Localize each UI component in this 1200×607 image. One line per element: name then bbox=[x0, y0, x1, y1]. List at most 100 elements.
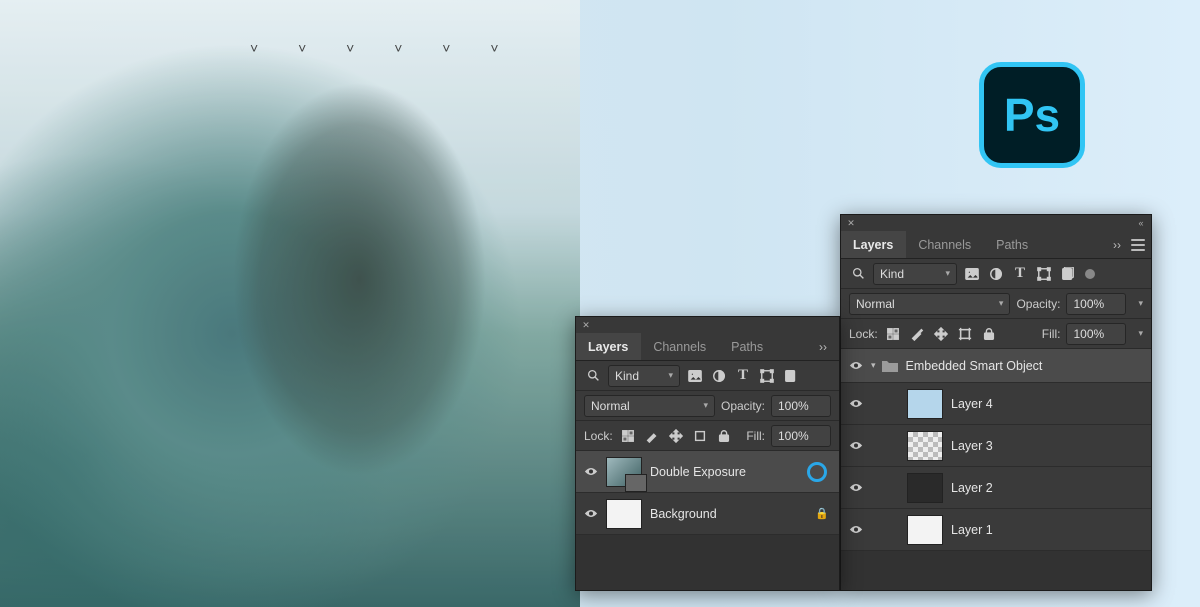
layer-name[interactable]: Layer 3 bbox=[951, 439, 1143, 453]
fill-label: Fill: bbox=[746, 429, 765, 443]
image-filter-icon[interactable] bbox=[686, 367, 704, 385]
smartobject-filter-icon[interactable] bbox=[782, 367, 800, 385]
panel-titlebar[interactable]: ✕ « bbox=[841, 215, 1151, 231]
fill-dropdown[interactable]: 100% bbox=[771, 425, 831, 447]
adjustment-filter-icon[interactable] bbox=[710, 367, 728, 385]
layer-thumbnail[interactable] bbox=[907, 431, 943, 461]
chevron-down-icon[interactable]: ▾ bbox=[1138, 328, 1143, 339]
layer-row[interactable]: Layer 2 bbox=[841, 467, 1151, 509]
visibility-toggle[interactable] bbox=[584, 507, 598, 521]
layer-name[interactable]: Embedded Smart Object bbox=[906, 359, 1143, 373]
layer-name[interactable]: Double Exposure bbox=[650, 465, 799, 479]
photoshop-logo: Ps bbox=[979, 62, 1085, 168]
layer-thumbnail[interactable] bbox=[606, 457, 642, 487]
blend-mode-dropdown[interactable]: Normal ▾ bbox=[584, 395, 715, 417]
lock-artboard-icon[interactable] bbox=[956, 325, 974, 343]
tab-layers[interactable]: Layers bbox=[576, 333, 641, 360]
fill-value: 100% bbox=[1073, 327, 1104, 341]
layer-row[interactable]: Layer 4 bbox=[841, 383, 1151, 425]
opacity-dropdown[interactable]: 100% bbox=[1066, 293, 1126, 315]
layer-thumbnail[interactable] bbox=[606, 499, 642, 529]
blend-row: Normal ▾ Opacity: 100% ▾ bbox=[841, 289, 1151, 319]
panel-titlebar[interactable]: ✕ bbox=[576, 317, 839, 333]
chevron-down-icon: ▾ bbox=[999, 298, 1004, 309]
panel-menu-icon[interactable] bbox=[1131, 239, 1145, 251]
layer-row[interactable]: Background 🔒 bbox=[576, 493, 839, 535]
tab-paths[interactable]: Paths bbox=[719, 333, 776, 360]
chevron-down-icon: ▾ bbox=[668, 370, 673, 381]
layer-thumbnail[interactable] bbox=[907, 473, 943, 503]
canvas-artwork bbox=[0, 0, 580, 607]
lock-indicator-icon[interactable]: 🔒 bbox=[815, 507, 829, 520]
blend-row: Normal ▾ Opacity: 100% bbox=[576, 391, 839, 421]
filter-toggle[interactable] bbox=[1085, 269, 1095, 279]
layer-thumbnail[interactable] bbox=[907, 389, 943, 419]
layers-list: ▾ Embedded Smart Object Layer 4 Layer 3 … bbox=[841, 349, 1151, 551]
lock-position-icon[interactable] bbox=[932, 325, 950, 343]
opacity-value: 100% bbox=[1073, 297, 1104, 311]
lock-paint-icon[interactable] bbox=[908, 325, 926, 343]
layer-row[interactable]: Layer 3 bbox=[841, 425, 1151, 467]
lock-row: Lock: Fill: 100% bbox=[576, 421, 839, 451]
image-filter-icon[interactable] bbox=[963, 265, 981, 283]
visibility-toggle[interactable] bbox=[849, 523, 863, 537]
search-icon[interactable] bbox=[849, 265, 867, 283]
opacity-label: Opacity: bbox=[721, 399, 765, 413]
layer-name[interactable]: Layer 1 bbox=[951, 523, 1143, 537]
opacity-value: 100% bbox=[778, 399, 809, 413]
layer-row[interactable]: Double Exposure bbox=[576, 451, 839, 493]
kind-filter-label: Kind bbox=[880, 267, 904, 281]
tab-paths[interactable]: Paths bbox=[984, 231, 1041, 258]
lock-position-icon[interactable] bbox=[667, 427, 685, 445]
layer-group[interactable]: ▾ Embedded Smart Object bbox=[841, 349, 1151, 383]
visibility-toggle[interactable] bbox=[584, 465, 598, 479]
shape-filter-icon[interactable] bbox=[1035, 265, 1053, 283]
search-icon[interactable] bbox=[584, 367, 602, 385]
layer-thumbnail[interactable] bbox=[907, 515, 943, 545]
panel-expand-icon[interactable]: ›› bbox=[1107, 238, 1127, 252]
lock-row: Lock: Fill: 100% ▾ bbox=[841, 319, 1151, 349]
lock-all-icon[interactable] bbox=[715, 427, 733, 445]
lock-artboard-icon[interactable] bbox=[691, 427, 709, 445]
visibility-toggle[interactable] bbox=[849, 439, 863, 453]
filter-row: Kind ▾ T bbox=[841, 259, 1151, 289]
visibility-toggle[interactable] bbox=[849, 359, 863, 373]
tab-layers[interactable]: Layers bbox=[841, 231, 906, 258]
blend-mode-dropdown[interactable]: Normal ▾ bbox=[849, 293, 1010, 315]
opacity-label: Opacity: bbox=[1016, 297, 1060, 311]
close-icon[interactable]: ✕ bbox=[580, 319, 592, 331]
visibility-toggle[interactable] bbox=[849, 481, 863, 495]
disclosure-triangle-icon[interactable]: ▾ bbox=[871, 360, 876, 371]
blend-mode-value: Normal bbox=[856, 297, 895, 311]
smartobject-filter-icon[interactable] bbox=[1059, 265, 1077, 283]
kind-filter-label: Kind bbox=[615, 369, 639, 383]
lock-paint-icon[interactable] bbox=[643, 427, 661, 445]
opacity-dropdown[interactable]: 100% bbox=[771, 395, 831, 417]
folder-icon bbox=[882, 359, 898, 372]
visibility-toggle[interactable] bbox=[849, 397, 863, 411]
kind-filter-dropdown[interactable]: Kind ▾ bbox=[873, 263, 957, 285]
shape-filter-icon[interactable] bbox=[758, 367, 776, 385]
kind-filter-dropdown[interactable]: Kind ▾ bbox=[608, 365, 680, 387]
lock-transparency-icon[interactable] bbox=[884, 325, 902, 343]
highlight-ring-icon bbox=[807, 462, 827, 482]
adjustment-filter-icon[interactable] bbox=[987, 265, 1005, 283]
lock-transparency-icon[interactable] bbox=[619, 427, 637, 445]
type-filter-icon[interactable]: T bbox=[734, 367, 752, 385]
layer-name[interactable]: Layer 2 bbox=[951, 481, 1143, 495]
tab-channels[interactable]: Channels bbox=[641, 333, 719, 360]
layer-row[interactable]: Layer 1 bbox=[841, 509, 1151, 551]
close-icon[interactable]: ✕ bbox=[845, 217, 857, 229]
fill-dropdown[interactable]: 100% bbox=[1066, 323, 1126, 345]
lock-all-icon[interactable] bbox=[980, 325, 998, 343]
layer-name[interactable]: Background bbox=[650, 507, 807, 521]
panel-expand-icon[interactable]: ›› bbox=[813, 340, 833, 354]
tab-channels[interactable]: Channels bbox=[906, 231, 984, 258]
fill-value: 100% bbox=[778, 429, 809, 443]
filter-row: Kind ▾ T bbox=[576, 361, 839, 391]
fill-label: Fill: bbox=[1042, 327, 1061, 341]
type-filter-icon[interactable]: T bbox=[1011, 265, 1029, 283]
collapse-icon[interactable]: « bbox=[1135, 217, 1147, 229]
layer-name[interactable]: Layer 4 bbox=[951, 397, 1143, 411]
chevron-down-icon[interactable]: ▾ bbox=[1138, 298, 1143, 309]
